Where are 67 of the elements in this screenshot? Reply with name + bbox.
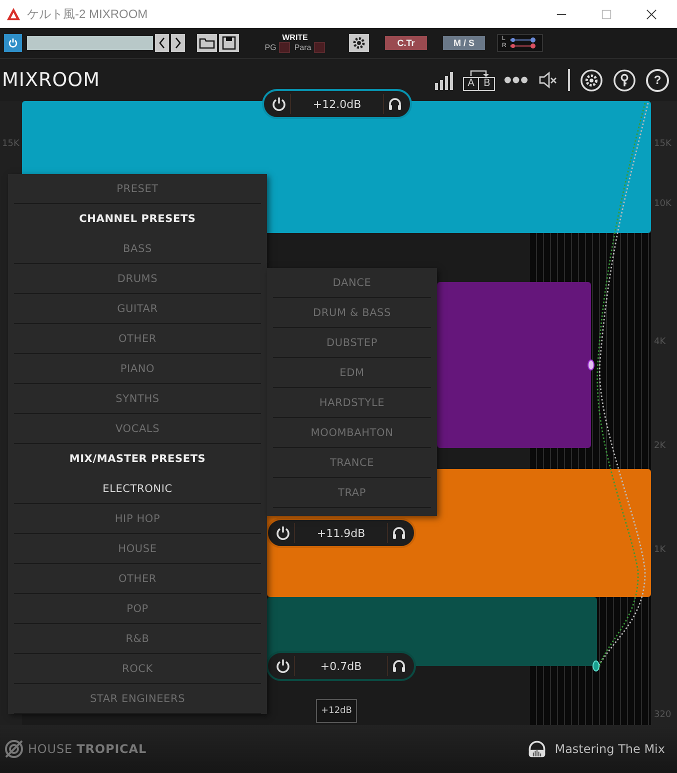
plugin-title: MIXROOM bbox=[2, 69, 100, 91]
mute-icon[interactable] bbox=[538, 70, 558, 90]
settings-icon[interactable] bbox=[580, 68, 603, 92]
menu-item[interactable]: MOOMBAHTON bbox=[273, 418, 431, 448]
menu-item[interactable]: OTHER bbox=[14, 564, 261, 594]
menu-item[interactable]: POP bbox=[14, 594, 261, 624]
current-preset-name: HOUSE TROPICAL bbox=[28, 742, 146, 756]
key-icon[interactable] bbox=[613, 68, 636, 92]
menu-item[interactable]: OTHER bbox=[14, 324, 261, 354]
menu-item[interactable]: ELECTRONIC bbox=[14, 474, 261, 504]
menu-item[interactable]: STAR ENGINEERS bbox=[14, 684, 261, 714]
previous-icon[interactable] bbox=[155, 34, 169, 52]
power-icon[interactable] bbox=[271, 96, 287, 112]
window-title: ケルト風-2 MIXROOM bbox=[27, 6, 148, 22]
band-gain-control[interactable]: +11.9dB bbox=[266, 518, 416, 548]
menu-item[interactable]: DRUM & BASS bbox=[273, 298, 431, 328]
headphones-icon[interactable] bbox=[391, 658, 407, 674]
brand-name: Mastering The Mix bbox=[554, 742, 665, 756]
menu-item[interactable]: GUITAR bbox=[14, 294, 261, 324]
power-icon bbox=[7, 37, 19, 49]
checkbox-label: Para bbox=[294, 43, 312, 52]
menu-item[interactable]: ROCK bbox=[14, 654, 261, 684]
menu-item[interactable]: HARDSTYLE bbox=[273, 388, 431, 418]
menu-item[interactable]: DANCE bbox=[273, 268, 431, 298]
close-icon[interactable] bbox=[646, 8, 657, 20]
gain-value: +0.7dB bbox=[319, 660, 363, 672]
menu-item[interactable]: R&B bbox=[14, 624, 261, 654]
headphones-icon[interactable] bbox=[387, 96, 403, 112]
brand-logo-icon bbox=[526, 739, 547, 759]
menu-item[interactable]: DRUMS bbox=[14, 264, 261, 294]
checkbox[interactable] bbox=[314, 42, 326, 53]
help-button[interactable]: ? bbox=[646, 68, 669, 92]
menu-item[interactable]: TRANCE bbox=[273, 448, 431, 478]
ab-compare-button[interactable]: A B bbox=[462, 77, 496, 91]
menu-item[interactable]: HOUSE bbox=[14, 534, 261, 564]
write-label: WRITE bbox=[282, 33, 308, 42]
signal-bars-icon[interactable] bbox=[434, 70, 454, 90]
folder-icon[interactable] bbox=[197, 34, 217, 52]
menu-item[interactable]: SYNTHS bbox=[14, 384, 261, 414]
next-icon[interactable] bbox=[171, 34, 185, 52]
range-label: +12dB bbox=[316, 699, 357, 723]
band-gain-control[interactable]: +12.0dB bbox=[262, 89, 412, 119]
gain-value: +11.9dB bbox=[316, 526, 366, 540]
save-icon[interactable] bbox=[219, 34, 239, 52]
menu-item[interactable]: HIP HOP bbox=[14, 504, 261, 534]
more-options-icon[interactable] bbox=[504, 76, 528, 84]
power-icon[interactable] bbox=[275, 525, 291, 541]
menu-item[interactable]: BASS bbox=[14, 234, 261, 264]
gain-value: +12.0dB bbox=[312, 98, 362, 110]
target-icon bbox=[4, 739, 24, 759]
checkbox-label: PG bbox=[264, 43, 276, 52]
headphones-icon[interactable] bbox=[391, 525, 407, 541]
mid-side-button[interactable]: M / S bbox=[443, 36, 485, 50]
checkbox[interactable] bbox=[279, 42, 290, 53]
center-track-button[interactable]: C.Tr bbox=[385, 36, 427, 50]
menu-item[interactable]: VOCALS bbox=[14, 414, 261, 444]
band-gain-control[interactable]: +0.7dB bbox=[266, 651, 416, 681]
band-handle-icon[interactable] bbox=[587, 359, 595, 371]
menu-item[interactable]: PIANO bbox=[14, 354, 261, 384]
power-icon[interactable] bbox=[275, 658, 291, 674]
preset-name-field[interactable] bbox=[27, 36, 153, 50]
settings-icon[interactable] bbox=[349, 34, 369, 52]
app-logo-icon bbox=[6, 6, 21, 22]
menu-item[interactable]: DUBSTEP bbox=[273, 328, 431, 358]
menu-item[interactable]: TRAP bbox=[273, 478, 431, 508]
menu-item[interactable]: EDM bbox=[273, 358, 431, 388]
power-button[interactable] bbox=[4, 34, 22, 52]
